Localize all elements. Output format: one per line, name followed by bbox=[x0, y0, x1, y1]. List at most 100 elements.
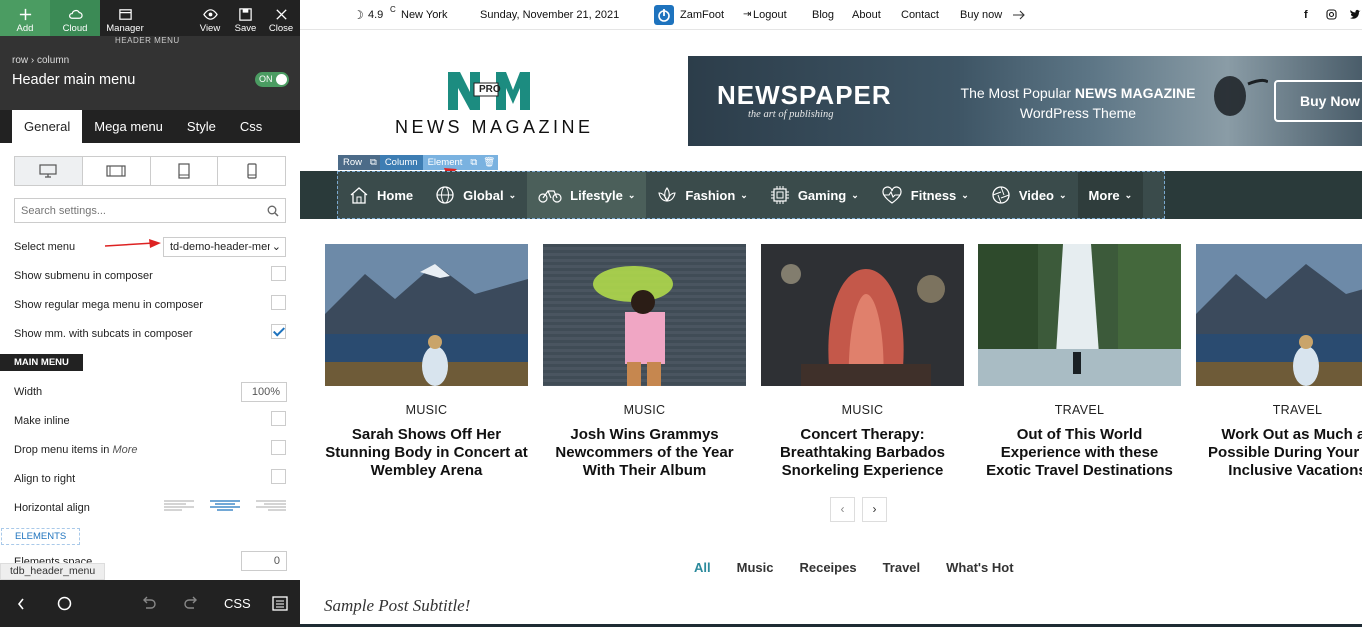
css-button[interactable]: CSS bbox=[224, 596, 251, 611]
post-title[interactable]: Concert Therapy: Breathtaking Barbados S… bbox=[761, 426, 964, 480]
search-icon bbox=[267, 205, 279, 217]
post-title[interactable]: Sarah Shows Off Her Stunning Body in Con… bbox=[325, 426, 528, 480]
post-card[interactable]: TRAVEL Work Out as Much as Possible Duri… bbox=[1196, 244, 1362, 480]
post-title[interactable]: Out of This World Experience with these … bbox=[978, 426, 1181, 480]
post-title[interactable]: Work Out as Much as Possible During Your… bbox=[1196, 426, 1362, 480]
drop-menu-items-checkbox[interactable] bbox=[271, 440, 286, 455]
tablet-landscape-icon bbox=[106, 165, 126, 177]
filter-receipes[interactable]: Receipes bbox=[799, 560, 856, 575]
post-card[interactable]: MUSIC Concert Therapy: Breathtaking Barb… bbox=[761, 244, 964, 480]
save-button[interactable]: Save bbox=[233, 0, 258, 36]
enable-toggle[interactable]: ON bbox=[255, 72, 289, 87]
settings-search-input[interactable] bbox=[14, 198, 286, 223]
crumb-row[interactable]: Row bbox=[338, 155, 368, 170]
post-category[interactable]: MUSIC bbox=[325, 403, 528, 417]
post-card[interactable]: MUSIC Sarah Shows Off Her Stunning Body … bbox=[325, 244, 528, 480]
align-left-icon[interactable] bbox=[163, 499, 195, 513]
nav-item-gaming[interactable]: Gaming ⌄ bbox=[759, 172, 870, 218]
home-icon bbox=[350, 187, 368, 204]
instagram-icon[interactable] bbox=[1326, 9, 1337, 20]
align-right-icon[interactable] bbox=[255, 499, 287, 513]
banner-buy-now-button[interactable]: Buy Now bbox=[1274, 80, 1362, 122]
main-menu-section-header: MAIN MENU bbox=[0, 354, 83, 371]
show-submenu-checkbox[interactable] bbox=[271, 266, 286, 281]
cloud-button[interactable]: Cloud bbox=[50, 0, 100, 36]
nav-link-buy-now[interactable]: Buy now bbox=[960, 9, 1002, 21]
back-chevron-icon[interactable] bbox=[16, 597, 26, 611]
nav-item-fashion[interactable]: Fashion ⌄ bbox=[646, 172, 758, 218]
circle-home-icon[interactable] bbox=[57, 596, 72, 611]
filter-music[interactable]: Music bbox=[737, 560, 774, 575]
tab-mega-menu[interactable]: Mega menu bbox=[82, 110, 175, 143]
phone-icon bbox=[247, 163, 257, 179]
filter-whats-hot[interactable]: What's Hot bbox=[946, 560, 1013, 575]
show-regular-mega-checkbox[interactable] bbox=[271, 295, 286, 310]
nav-link-blog[interactable]: Blog bbox=[812, 9, 834, 21]
duplicate-icon[interactable]: ⧉ bbox=[467, 155, 481, 170]
post-category[interactable]: TRAVEL bbox=[978, 403, 1181, 417]
post-thumbnail-red-hair bbox=[761, 244, 964, 386]
width-input[interactable]: 100% bbox=[241, 382, 287, 402]
undo-icon[interactable] bbox=[141, 596, 157, 611]
chevron-down-icon: ⌄ bbox=[269, 238, 281, 256]
chevron-down-icon: ⌄ bbox=[1124, 189, 1133, 200]
make-inline-checkbox[interactable] bbox=[271, 411, 286, 426]
trash-icon[interactable]: 🗑 bbox=[480, 155, 499, 170]
post-category[interactable]: MUSIC bbox=[761, 403, 964, 417]
post-card[interactable]: MUSIC Josh Wins Grammys Newcommers of th… bbox=[543, 244, 746, 480]
nav-link-contact[interactable]: Contact bbox=[901, 9, 939, 21]
desktop-device-button[interactable] bbox=[15, 157, 83, 185]
breadcrumb[interactable]: row › column bbox=[12, 55, 69, 66]
nav-link-about[interactable]: About bbox=[852, 9, 881, 21]
post-title[interactable]: Josh Wins Grammys Newcommers of the Year… bbox=[543, 426, 746, 480]
tab-style[interactable]: Style bbox=[175, 110, 228, 143]
elements-space-input[interactable]: 0 bbox=[241, 551, 287, 571]
nav-item-video[interactable]: Video ⌄ bbox=[980, 172, 1078, 218]
chevron-down-icon: ⌄ bbox=[851, 189, 859, 200]
post-category[interactable]: MUSIC bbox=[543, 403, 746, 417]
twitter-icon[interactable] bbox=[1349, 9, 1361, 20]
facebook-icon[interactable]: f bbox=[1304, 9, 1308, 21]
select-menu-dropdown[interactable]: td-demo-header-menu ⌄ bbox=[163, 237, 286, 257]
post-card[interactable]: TRAVEL Out of This World Experience with… bbox=[978, 244, 1181, 480]
view-button[interactable]: View bbox=[197, 0, 223, 36]
select-menu-label: Select menu bbox=[14, 241, 76, 253]
composer-panel: Add Cloud Manager View Save Close HEADER… bbox=[0, 0, 300, 627]
nav-item-more[interactable]: More ⌄ bbox=[1077, 172, 1144, 218]
align-center-icon[interactable] bbox=[209, 499, 241, 513]
close-icon bbox=[275, 9, 287, 20]
nav-item-fitness[interactable]: Fitness ⌄ bbox=[870, 172, 980, 218]
show-mm-subcats-checkbox[interactable] bbox=[271, 324, 286, 339]
drop-menu-items-label: Drop menu items in More bbox=[14, 444, 138, 456]
main-nav-menu: Home Global ⌄ Lifestyle ⌄ Fashion ⌄ Gaming ⌄… bbox=[337, 171, 1165, 219]
add-button[interactable]: Add bbox=[0, 0, 50, 36]
menu-list-icon[interactable] bbox=[272, 596, 288, 611]
red-arrow-annotation bbox=[104, 239, 161, 248]
align-right-checkbox[interactable] bbox=[271, 469, 286, 484]
filter-travel[interactable]: Travel bbox=[883, 560, 921, 575]
logo-pro-badge: PRO bbox=[479, 84, 501, 95]
post-thumbnail-waterfall bbox=[978, 244, 1181, 386]
filter-all[interactable]: All bbox=[694, 560, 711, 575]
show-submenu-label: Show submenu in composer bbox=[14, 270, 153, 282]
manager-button[interactable]: Manager bbox=[100, 0, 150, 36]
tablet-portrait-device-button[interactable] bbox=[151, 157, 219, 185]
phone-device-button[interactable] bbox=[218, 157, 285, 185]
carousel-prev-button[interactable]: ‹ bbox=[830, 497, 855, 522]
tablet-landscape-device-button[interactable] bbox=[83, 157, 151, 185]
logout-link[interactable]: Logout bbox=[753, 9, 787, 21]
aperture-icon bbox=[992, 186, 1010, 204]
post-category[interactable]: TRAVEL bbox=[1196, 403, 1362, 417]
ad-banner[interactable]: NEWSPAPER the art of publishing The Most… bbox=[688, 56, 1362, 146]
close-button[interactable]: Close bbox=[268, 0, 294, 36]
copy-icon[interactable]: ⧉ bbox=[367, 155, 380, 170]
horizontal-align-label: Horizontal align bbox=[14, 502, 90, 514]
nav-item-lifestyle[interactable]: Lifestyle ⌄ bbox=[527, 172, 647, 218]
tab-css[interactable]: Css bbox=[228, 110, 274, 143]
redo-icon[interactable] bbox=[183, 596, 199, 611]
nav-item-global[interactable]: Global ⌄ bbox=[424, 172, 527, 218]
carousel-next-button[interactable]: › bbox=[862, 497, 887, 522]
tab-general[interactable]: General bbox=[12, 110, 83, 143]
user-link[interactable]: ZamFoot bbox=[680, 9, 724, 21]
nav-item-home[interactable]: Home bbox=[338, 172, 424, 218]
